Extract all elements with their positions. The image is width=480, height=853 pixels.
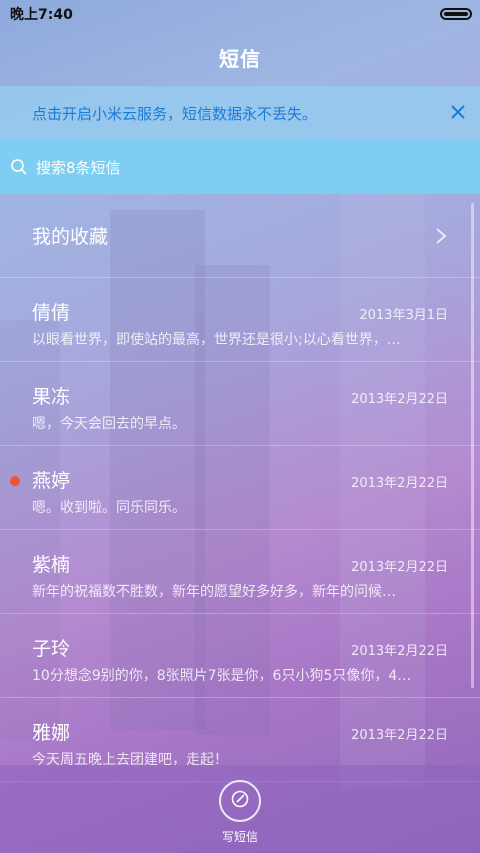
title-bar: 短信	[0, 28, 480, 86]
close-icon[interactable]	[450, 103, 466, 123]
bottom-action-bar: 写短信	[0, 765, 480, 853]
conversation-item[interactable]: 子玲 2013年2月22日 10分想念9别的你，8张照片7张是你，6只小狗5只像…	[0, 614, 480, 698]
page-title: 短信	[219, 46, 261, 71]
conversation-item[interactable]: 果冻 2013年2月22日 嗯，今天会回去的早点。	[0, 362, 480, 446]
conversation-item[interactable]: 倩倩 2013年3月1日 以眼看世界，即使站的最高，世界还是很小;以心看世界，…	[0, 278, 480, 362]
contact-name: 雅娜	[32, 722, 71, 744]
search-bar[interactable]: 搜索8条短信	[0, 140, 480, 194]
status-time: 晚上7:40	[10, 7, 73, 23]
message-preview: 嗯。收到啦。同乐同乐。	[32, 500, 186, 516]
compose-button[interactable]	[219, 780, 261, 822]
scrollbar[interactable]	[471, 203, 474, 688]
message-date: 2013年2月22日	[351, 476, 448, 491]
message-date: 2013年3月1日	[359, 308, 448, 323]
cloud-service-banner[interactable]: 点击开启小米云服务，短信数据永不丢失。	[0, 86, 480, 140]
message-preview: 嗯，今天会回去的早点。	[32, 416, 186, 432]
unread-indicator	[10, 476, 20, 486]
message-preview: 以眼看世界，即使站的最高，世界还是很小;以心看世界，…	[32, 332, 401, 348]
banner-text[interactable]: 点击开启小米云服务，短信数据永不丢失。	[32, 103, 450, 124]
contact-name: 果冻	[32, 386, 71, 408]
compose-icon	[230, 789, 250, 813]
conversation-item[interactable]: 紫楠 2013年2月22日 新年的祝福数不胜数，新年的愿望好多好多，新年的问候…	[0, 530, 480, 614]
search-input[interactable]: 搜索8条短信	[36, 157, 121, 178]
contact-name: 子玲	[32, 638, 71, 660]
message-list: 我的收藏 倩倩 2013年3月1日 以眼看世界，即使站的最高，世界还是很小;以心…	[0, 194, 480, 782]
compose-label: 写短信	[221, 830, 258, 844]
contact-name: 燕婷	[32, 470, 71, 492]
chevron-right-icon	[434, 227, 448, 245]
message-preview: 新年的祝福数不胜数，新年的愿望好多好多，新年的问候…	[32, 584, 396, 600]
favorites-row[interactable]: 我的收藏	[0, 194, 480, 278]
contact-name: 紫楠	[32, 554, 71, 576]
message-date: 2013年2月22日	[351, 728, 448, 743]
message-date: 2013年2月22日	[351, 644, 448, 659]
search-icon	[10, 158, 28, 176]
conversation-item[interactable]: 燕婷 2013年2月22日 嗯。收到啦。同乐同乐。	[0, 446, 480, 530]
favorites-label: 我的收藏	[32, 226, 109, 248]
contact-name: 倩倩	[32, 302, 71, 324]
status-bar: 晚上7:40	[0, 0, 480, 28]
message-date: 2013年2月22日	[351, 392, 448, 407]
battery-icon	[440, 8, 472, 20]
message-date: 2013年2月22日	[351, 560, 448, 575]
message-preview: 10分想念9别的你，8张照片7张是你，6只小狗5只像你，4…	[32, 668, 412, 684]
sms-app-screen: 晚上7:40 短信 点击开启小米云服务，短信数据永不丢失。 搜索8条短信 我的收…	[0, 0, 480, 853]
